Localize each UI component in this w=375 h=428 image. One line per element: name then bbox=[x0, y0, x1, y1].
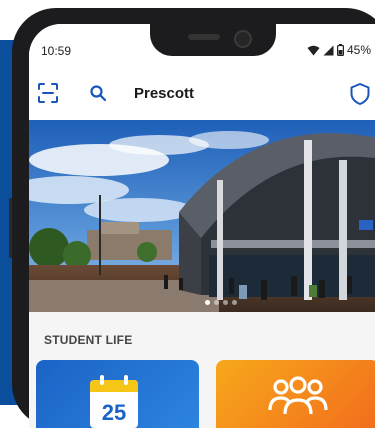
status-icons: 45% bbox=[307, 43, 371, 57]
carousel-dot[interactable] bbox=[214, 300, 219, 305]
scan-icon[interactable] bbox=[37, 82, 59, 104]
wifi-icon bbox=[307, 45, 320, 55]
carousel-dot[interactable] bbox=[223, 300, 228, 305]
battery-icon bbox=[337, 44, 344, 56]
phone-camera bbox=[234, 30, 252, 48]
hero-carousel[interactable] bbox=[29, 120, 375, 312]
carousel-dot[interactable] bbox=[205, 300, 210, 305]
app-bar: Prescott bbox=[29, 68, 375, 120]
groups-card[interactable] bbox=[216, 360, 375, 428]
phone-speaker bbox=[188, 34, 220, 40]
shield-icon[interactable] bbox=[349, 82, 371, 106]
status-time: 10:59 bbox=[41, 44, 72, 58]
carousel-dot[interactable] bbox=[232, 300, 237, 305]
campus-photo bbox=[29, 120, 375, 312]
student-life-heading: STUDENT LIFE bbox=[44, 333, 133, 347]
calendar-card[interactable]: 25 bbox=[36, 360, 199, 428]
phone-notch bbox=[150, 24, 276, 56]
signal-icon bbox=[323, 45, 334, 55]
calendar-day: 25 bbox=[102, 400, 126, 425]
calendar-icon: 25 bbox=[90, 375, 138, 428]
people-group-icon bbox=[268, 376, 328, 415]
carousel-indicators bbox=[205, 300, 237, 305]
phone-screen: 10:59 45% Prescott STUDENT LIFE 25 bbox=[29, 24, 375, 428]
app-title: Prescott bbox=[134, 85, 195, 102]
search-icon[interactable] bbox=[89, 84, 107, 102]
phone-frame: 10:59 45% Prescott STUDENT LIFE 25 bbox=[9, 8, 375, 428]
phone-side-button bbox=[9, 198, 12, 258]
battery-percent: 45% bbox=[347, 43, 372, 57]
